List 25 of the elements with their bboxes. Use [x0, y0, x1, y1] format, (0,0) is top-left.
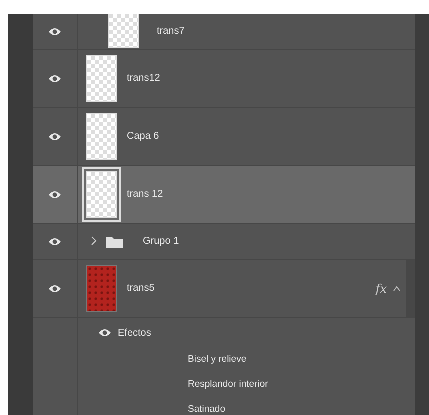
- layer-name: trans 12: [127, 188, 164, 202]
- folder-icon: [106, 236, 123, 248]
- effect-name: Satinado: [188, 403, 226, 415]
- eye-icon[interactable]: [48, 132, 62, 142]
- layer-row[interactable]: trans5 fx: [33, 260, 415, 318]
- layer-row[interactable]: Grupo 1: [33, 224, 415, 260]
- layer-name: Grupo 1: [143, 235, 180, 249]
- layer-name: trans7: [157, 25, 185, 39]
- layer-row[interactable]: trans12: [33, 50, 415, 108]
- eye-icon[interactable]: [98, 328, 112, 338]
- layer-name: Capa 6: [127, 130, 160, 144]
- fx-label: fx: [376, 280, 387, 298]
- eye-icon[interactable]: [48, 236, 62, 246]
- eye-icon[interactable]: [48, 26, 62, 36]
- effects-label: Efectos: [118, 326, 152, 340]
- caret-up-icon[interactable]: [393, 286, 401, 292]
- effect-name: Resplandor interior: [188, 378, 268, 392]
- effect-name: Bisel y relieve: [188, 353, 247, 368]
- layer-row[interactable]: trans 12: [33, 166, 415, 224]
- eye-icon[interactable]: [48, 284, 62, 294]
- layer-row[interactable]: trans7: [33, 14, 415, 50]
- eye-icon[interactable]: [48, 190, 62, 200]
- eye-icon[interactable]: [48, 74, 62, 84]
- layer-name: trans5: [127, 282, 155, 296]
- layer-name: trans12: [127, 72, 160, 86]
